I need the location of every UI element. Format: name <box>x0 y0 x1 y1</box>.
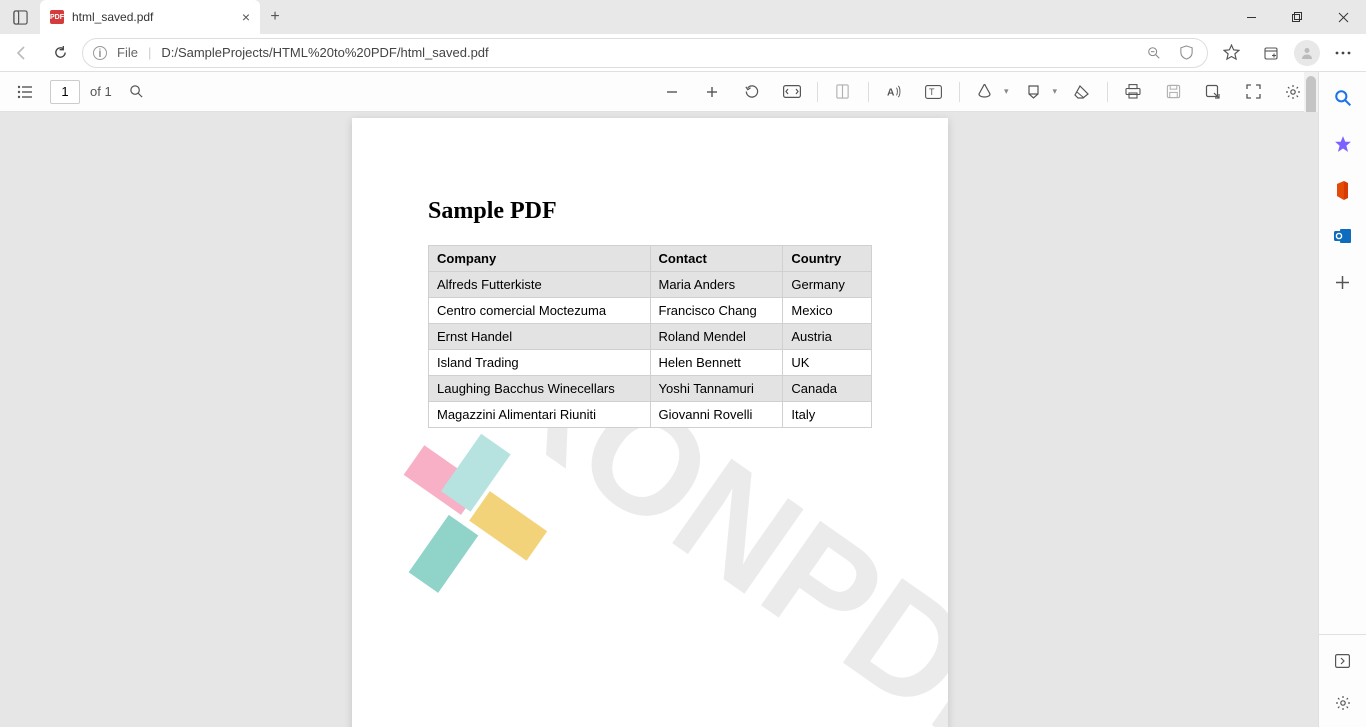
table-row: Island TradingHelen BennettUK <box>429 350 872 376</box>
sidebar-search-icon[interactable] <box>1329 84 1357 112</box>
maximize-button[interactable] <box>1274 0 1320 34</box>
zoom-indicator-icon[interactable] <box>1143 46 1165 60</box>
pdf-icon: PDF <box>50 10 64 24</box>
table-cell: Yoshi Tannamuri <box>650 376 783 402</box>
table-cell: Centro comercial Moctezuma <box>429 298 651 324</box>
table-cell: Laughing Bacchus Winecellars <box>429 376 651 402</box>
table-cell: Alfreds Futterkiste <box>429 272 651 298</box>
print-icon[interactable] <box>1118 77 1148 107</box>
highlight-dropdown-icon[interactable]: ▾ <box>1052 86 1057 97</box>
profile-button[interactable] <box>1294 40 1320 66</box>
table-cell: Giovanni Rovelli <box>650 402 783 428</box>
table-row: Ernst HandelRoland MendelAustria <box>429 324 872 350</box>
window-controls <box>1228 0 1366 34</box>
sample-table: CompanyContactCountry Alfreds Futterkist… <box>428 245 872 428</box>
table-cell: Italy <box>783 402 872 428</box>
url-scheme-label: File <box>117 45 138 60</box>
svg-text:T: T <box>929 87 935 97</box>
table-cell: Austria <box>783 324 872 350</box>
table-header: Country <box>783 246 872 272</box>
contents-icon[interactable] <box>10 77 40 107</box>
address-bar[interactable]: i File | D:/SampleProjects/HTML%20to%20P… <box>82 38 1208 68</box>
pdf-page: IRONPDF Sample PDF CompanyContactCountry… <box>352 118 948 727</box>
table-row: Magazzini Alimentari RiunitiGiovanni Rov… <box>429 402 872 428</box>
table-header: Contact <box>650 246 783 272</box>
table-cell: Maria Anders <box>650 272 783 298</box>
refresh-button[interactable] <box>44 38 76 68</box>
collections-button[interactable] <box>1254 38 1288 68</box>
fullscreen-icon[interactable] <box>1238 77 1268 107</box>
sidebar-office-icon[interactable] <box>1329 176 1357 204</box>
browser-tab[interactable]: PDF html_saved.pdf × <box>40 0 260 34</box>
erase-icon[interactable] <box>1067 77 1097 107</box>
draw-icon[interactable] <box>970 77 1000 107</box>
more-button[interactable] <box>1326 38 1360 68</box>
url-path: D:/SampleProjects/HTML%20to%20PDF/html_s… <box>161 45 1133 60</box>
tab-title: html_saved.pdf <box>72 10 153 24</box>
table-cell: Roland Mendel <box>650 324 783 350</box>
page-total-label: of 1 <box>90 84 112 99</box>
address-bar-row: i File | D:/SampleProjects/HTML%20to%20P… <box>0 34 1366 72</box>
highlight-icon[interactable] <box>1018 77 1048 107</box>
titlebar: PDF html_saved.pdf × + <box>0 0 1366 34</box>
sidebar-collapse-icon[interactable] <box>1329 647 1357 675</box>
close-tab-button[interactable]: × <box>242 9 250 25</box>
tab-actions-button[interactable] <box>0 0 40 34</box>
table-cell: Francisco Chang <box>650 298 783 324</box>
table-row: Laughing Bacchus WinecellarsYoshi Tannam… <box>429 376 872 402</box>
pdf-viewport[interactable]: IRONPDF Sample PDF CompanyContactCountry… <box>0 112 1318 727</box>
table-cell: Canada <box>783 376 872 402</box>
svg-text:A: A <box>887 87 895 98</box>
table-header: Company <box>429 246 651 272</box>
table-cell: Helen Bennett <box>650 350 783 376</box>
document-title: Sample PDF <box>428 198 872 225</box>
sidebar-outlook-icon[interactable] <box>1329 222 1357 250</box>
table-row: Alfreds FutterkisteMaria AndersGermany <box>429 272 872 298</box>
close-window-button[interactable] <box>1320 0 1366 34</box>
tracking-prevention-icon[interactable] <box>1175 45 1197 60</box>
sidebar-discover-icon[interactable] <box>1329 130 1357 158</box>
rotate-icon[interactable] <box>737 77 767 107</box>
page-view-icon[interactable] <box>828 77 858 107</box>
table-cell: Island Trading <box>429 350 651 376</box>
page-number-input[interactable] <box>50 80 80 104</box>
find-icon[interactable] <box>122 77 152 107</box>
table-cell: UK <box>783 350 872 376</box>
site-info-icon[interactable]: i <box>93 46 107 60</box>
read-aloud-icon[interactable]: A <box>879 77 909 107</box>
sidebar-add-icon[interactable] <box>1329 268 1357 296</box>
fit-page-icon[interactable] <box>777 77 807 107</box>
table-cell: Germany <box>783 272 872 298</box>
table-cell: Mexico <box>783 298 872 324</box>
edge-sidebar <box>1318 72 1366 727</box>
table-cell: Ernst Handel <box>429 324 651 350</box>
table-cell: Magazzini Alimentari Riuniti <box>429 402 651 428</box>
pdf-toolbar: of 1 A T ▾ ▾ <box>0 72 1318 112</box>
draw-dropdown-icon[interactable]: ▾ <box>1004 86 1009 97</box>
sidebar-settings-icon[interactable] <box>1329 689 1357 717</box>
zoom-out-icon[interactable] <box>657 77 687 107</box>
save-icon[interactable] <box>1158 77 1188 107</box>
back-button[interactable] <box>6 38 38 68</box>
add-text-icon[interactable]: T <box>919 77 949 107</box>
save-as-icon[interactable] <box>1198 77 1228 107</box>
favorites-button[interactable] <box>1214 38 1248 68</box>
minimize-button[interactable] <box>1228 0 1274 34</box>
zoom-in-icon[interactable] <box>697 77 727 107</box>
table-row: Centro comercial MoctezumaFrancisco Chan… <box>429 298 872 324</box>
new-tab-button[interactable]: + <box>260 2 290 32</box>
